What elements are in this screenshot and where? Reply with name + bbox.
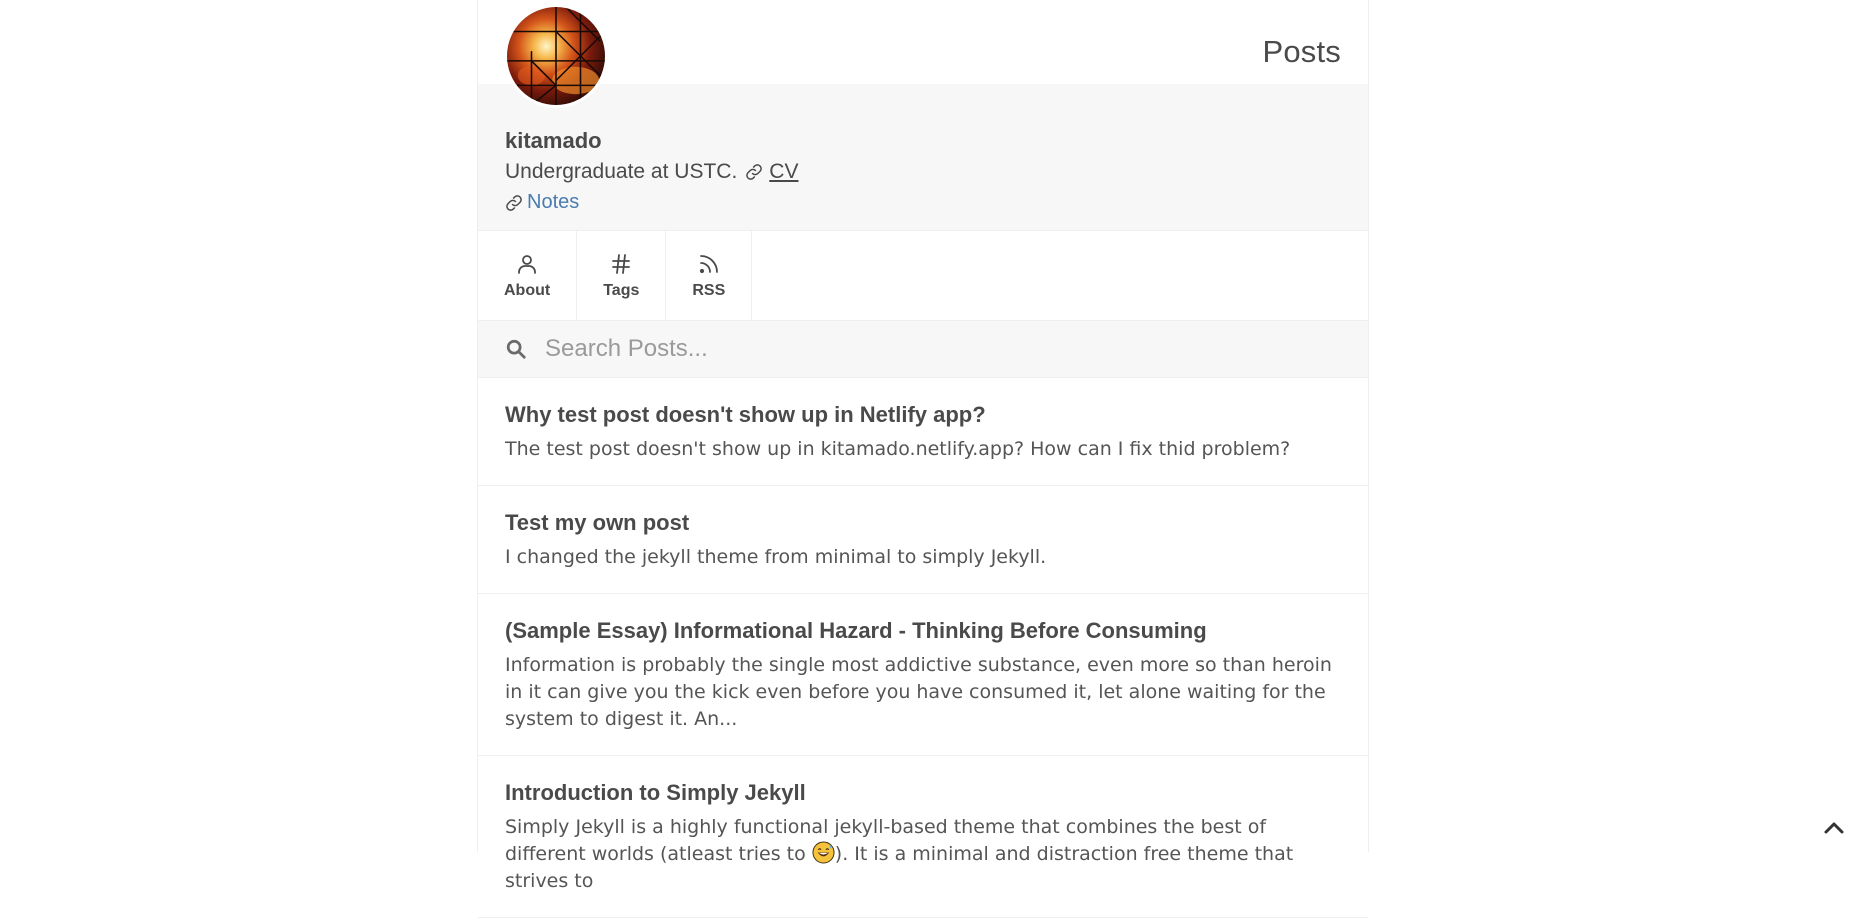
post-item[interactable]: Introduction to Simply Jekyll Simply Jek… [478, 756, 1368, 918]
nav-item-about[interactable]: About [478, 231, 577, 320]
top-bar: Posts [478, 0, 1368, 84]
search-icon [505, 338, 527, 360]
search-input[interactable] [545, 335, 1305, 363]
post-title[interactable]: Introduction to Simply Jekyll [505, 780, 1341, 806]
profile-name: kitamado [505, 128, 602, 154]
avatar[interactable] [504, 4, 608, 108]
person-icon [515, 252, 539, 276]
nav-label: About [504, 282, 550, 300]
post-title[interactable]: (Sample Essay) Informational Hazard - Th… [505, 618, 1341, 644]
nav-item-rss[interactable]: RSS [666, 231, 752, 320]
cv-link[interactable]: CV [769, 160, 798, 184]
scroll-to-top-icon[interactable] [1822, 816, 1846, 840]
post-title[interactable]: Test my own post [505, 510, 1341, 536]
profile-bio: Undergraduate at USTC. CV [505, 160, 798, 184]
notes-line: Notes [505, 191, 579, 214]
avatar-image [507, 7, 605, 105]
post-excerpt: Simply Jekyll is a highly functional jek… [505, 814, 1341, 895]
rss-icon [697, 252, 721, 276]
post-excerpt: Information is probably the single most … [505, 652, 1341, 733]
grinning-sweat-emoji-icon [812, 841, 835, 864]
notes-link[interactable]: Notes [527, 191, 579, 214]
post-item[interactable]: Test my own post I changed the jekyll th… [478, 486, 1368, 594]
post-item[interactable]: Why test post doesn't show up in Netlify… [478, 378, 1368, 486]
post-excerpt: I changed the jekyll theme from minimal … [505, 544, 1341, 571]
link-icon [745, 163, 763, 181]
main-column: Posts kitamado Undergraduate at USTC. CV… [477, 0, 1369, 852]
link-icon [505, 194, 523, 212]
profile-panel: kitamado Undergraduate at USTC. CV Notes [478, 84, 1368, 231]
nav-item-tags[interactable]: Tags [577, 231, 666, 320]
nav-label: Tags [603, 282, 639, 300]
post-excerpt: The test post doesn't show up in kitamad… [505, 436, 1341, 463]
search-bar [478, 321, 1368, 378]
nav-bar: About Tags RSS [478, 231, 1368, 321]
nav-label: RSS [692, 282, 725, 300]
page-title: Posts [1262, 34, 1341, 70]
hash-icon [609, 252, 633, 276]
post-item[interactable]: (Sample Essay) Informational Hazard - Th… [478, 594, 1368, 756]
post-title[interactable]: Why test post doesn't show up in Netlify… [505, 402, 1341, 428]
profile-bio-text: Undergraduate at USTC. [505, 160, 737, 184]
